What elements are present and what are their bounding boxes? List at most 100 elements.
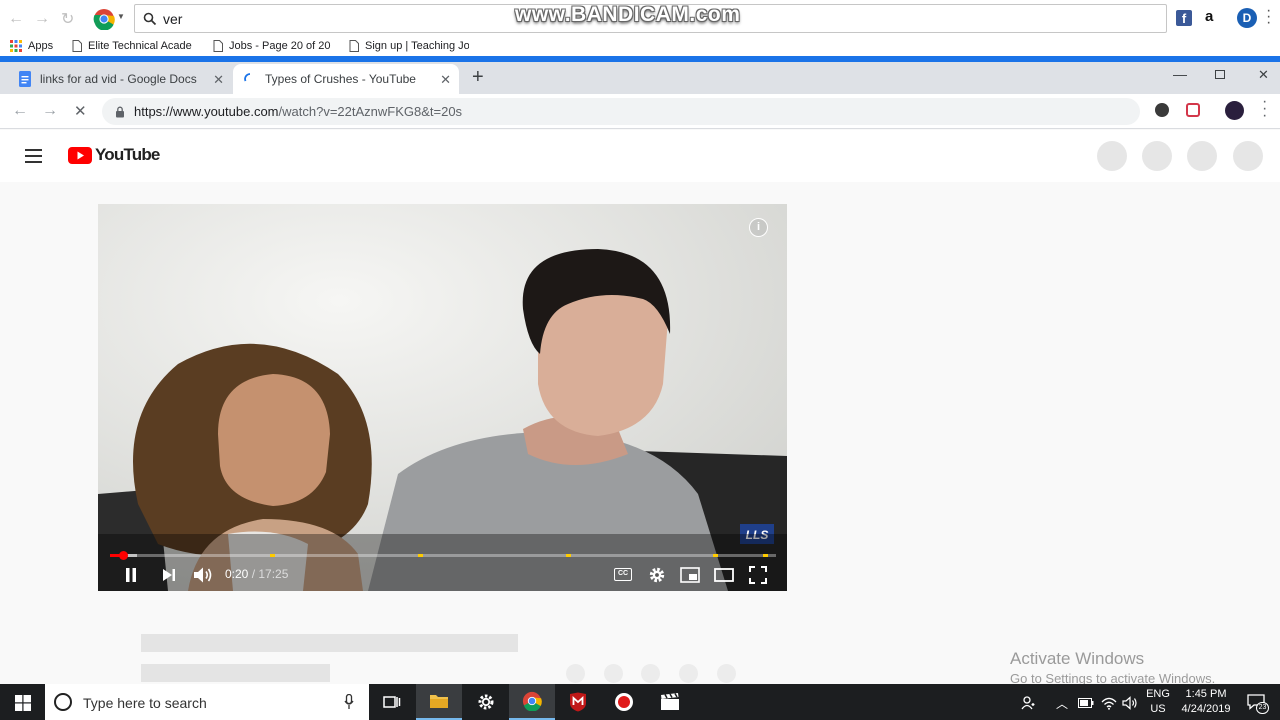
battery-icon[interactable] [1078,698,1094,708]
microphone-icon[interactable] [344,694,354,710]
speaker-icon[interactable] [1122,696,1138,710]
fullscreen-icon[interactable] [749,566,767,584]
menu-dots-icon[interactable]: · · · [1266,3,1271,31]
chrome-logo-icon[interactable] [93,8,115,30]
forward-icon[interactable]: → [34,10,50,28]
youtube-play-logo-icon [68,146,92,164]
video-frame: LLS [98,204,787,591]
youtube-header: YouTube [0,130,1280,182]
reload-icon[interactable]: ↻ [61,9,74,29]
stop-loading-icon[interactable]: ✕ [74,102,87,120]
extension-avatar-icon[interactable] [1155,103,1169,117]
header-placeholder [1142,141,1172,171]
lock-icon [116,106,124,118]
action-center-button[interactable]: 23 [1247,694,1269,714]
settings-gear-icon[interactable] [648,566,666,584]
page-icon [213,40,223,52]
bookmark-sign-up[interactable]: Sign up | Teaching Jo [349,40,469,52]
google-docs-icon [19,71,31,87]
apps-grid-icon [10,40,22,52]
chrome-icon [522,691,542,711]
miniplayer-icon[interactable] [680,567,700,583]
bandicam-button[interactable] [601,684,647,720]
taskbar-search-box[interactable]: Type here to search [45,684,369,720]
profile-extension-icon[interactable]: D [1237,8,1257,28]
tab-youtube[interactable]: Types of Crushes - YouTube ✕ [233,64,459,94]
tab-strip: links for ad vid - Google Docs ✕ Types o… [0,62,1280,94]
chapter-marker [565,554,571,557]
bookmark-elite[interactable]: Elite Technical Acade [72,40,192,52]
hamburger-menu-icon[interactable] [25,149,42,163]
task-view-button[interactable] [369,684,415,720]
scrubber-handle[interactable] [118,551,128,560]
search-icon [143,12,157,26]
close-window-icon[interactable]: ✕ [1258,67,1269,83]
facebook-extension-icon[interactable]: f [1176,10,1192,26]
back-icon[interactable]: ← [8,10,24,28]
clapperboard-icon [661,693,679,710]
tray-chevron-up-icon[interactable]: ︿ [1056,695,1068,712]
video-editor-button[interactable] [647,684,693,720]
wifi-icon[interactable] [1101,696,1117,710]
close-tab-icon[interactable]: ✕ [440,72,451,88]
chapter-marker [762,554,768,557]
folder-icon [430,695,448,708]
clock[interactable]: 1:45 PM 4/24/2019 [1176,688,1236,715]
youtube-logo[interactable]: YouTube [68,145,160,165]
recording-watermark: www.BANDICAM.com [515,3,741,26]
chrome-menu-icon[interactable]: · · · [1262,94,1267,124]
bookmark-apps[interactable]: Apps [10,40,53,52]
pocket-extension-icon[interactable] [1186,103,1200,117]
action-placeholder [566,664,585,683]
cortana-icon [54,693,72,711]
action-placeholder [604,664,623,683]
action-placeholder [717,664,736,683]
loading-spinner-icon [244,73,251,82]
chapter-marker [269,554,275,557]
amazon-extension-icon[interactable]: a [1205,8,1213,25]
address-bar[interactable]: https://www.youtube.com/watch?v=22tAznwF… [102,98,1140,125]
windows-start-icon[interactable] [15,695,31,711]
header-placeholder [1187,141,1217,171]
chevron-down-icon[interactable]: ▼ [117,12,125,21]
chapter-marker [713,554,719,557]
minimize-icon[interactable]: — [1173,66,1187,82]
pause-icon[interactable] [124,567,138,583]
mcafee-shield-icon [570,692,586,712]
new-tab-icon[interactable]: + [472,66,484,89]
people-icon[interactable] [1021,696,1037,710]
captions-icon[interactable]: CC [614,568,632,581]
bookmarks-bar: Apps Elite Technical Acade Jobs - Page 2… [0,38,1280,56]
language-indicator[interactable]: ENG US [1143,688,1173,715]
page-icon [349,40,359,52]
theater-mode-icon[interactable] [714,568,734,582]
next-icon[interactable] [162,568,176,582]
progress-bar[interactable] [110,551,776,560]
page-icon [72,40,82,52]
activate-windows-title: Activate Windows [1010,649,1145,668]
video-player[interactable]: LLS i 0:20 / 17:25 CC [98,204,787,591]
action-placeholder [641,664,660,683]
settings-button[interactable] [463,684,509,720]
volume-icon[interactable] [193,566,213,584]
header-placeholder [1233,141,1263,171]
bookmark-jobs[interactable]: Jobs - Page 20 of 20 [213,40,331,52]
profile-avatar-icon[interactable] [1225,101,1244,120]
forward-icon[interactable]: → [42,102,58,120]
url-text: https://www.youtube.com/watch?v=22tAznwF… [134,104,463,119]
chrome-taskbar-button[interactable] [509,684,555,720]
chapter-marker [417,554,423,557]
back-icon[interactable]: ← [12,102,28,120]
tab-google-docs[interactable]: links for ad vid - Google Docs ✕ [8,64,232,94]
restore-icon[interactable] [1215,70,1225,79]
close-tab-icon[interactable]: ✕ [213,72,224,88]
task-view-icon [383,696,401,708]
omnibox-query: ver [163,11,183,27]
header-placeholder [1097,141,1127,171]
file-explorer-button[interactable] [416,684,462,720]
mcafee-button[interactable] [555,684,601,720]
time-display: 0:20 / 17:25 [225,567,289,581]
title-placeholder [141,634,518,652]
notification-count: 23 [1256,702,1269,714]
info-icon[interactable]: i [749,218,768,237]
